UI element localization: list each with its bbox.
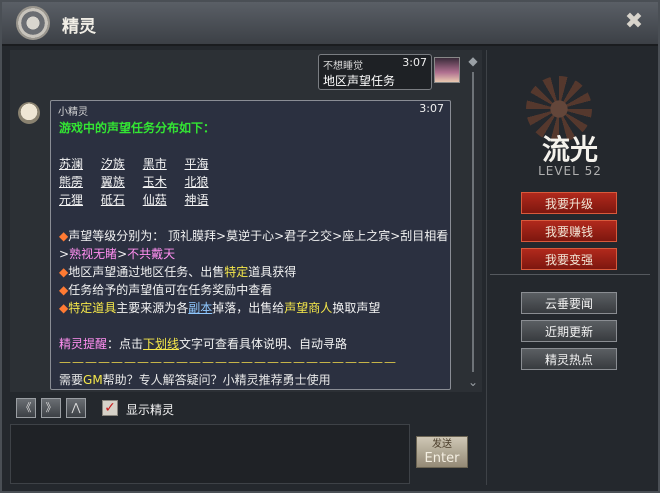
location-link[interactable]: 汐族 [101, 157, 125, 171]
location-row: 熊雳 翼族 玉木 北狼 [59, 173, 449, 191]
panel-separator [490, 274, 650, 275]
message-heading: 游戏中的声望任务分布如下： [59, 121, 216, 135]
sprite-tip-line: 精灵提醒：点击下划线文字可查看具体说明、自动寻路 [59, 337, 348, 351]
user-nick: 不想睡觉 [323, 61, 363, 72]
scroll-top-button[interactable]: ⋀ [66, 398, 86, 418]
user-message: 不想睡觉 3:07 地区声望任务 [318, 54, 432, 90]
diamond-bullet-icon: ◆ [59, 265, 69, 279]
chat-area: 不想睡觉 3:07 地区声望任务 小精灵 3:07 游戏中的声望任务分布如下： … [10, 50, 482, 392]
title-bar: 精灵 ✖ [2, 2, 658, 46]
diamond-bullet-icon: ◆ [59, 229, 69, 243]
send-label: 发送 [432, 439, 452, 450]
location-link[interactable]: 黑市 [143, 157, 167, 171]
window-title: 精灵 [62, 17, 96, 37]
make-money-button[interactable]: 我要赚钱 [521, 220, 617, 242]
user-message-text: 地区声望任务 [323, 74, 396, 88]
show-sprite-checkbox[interactable]: ✓ [102, 400, 118, 416]
location-link[interactable]: 玉木 [143, 175, 167, 189]
diamond-bullet-icon: ◆ [59, 283, 69, 297]
sprite-window: 精灵 ✖ 不想睡觉 3:07 地区声望任务 小精灵 3:07 游戏中的声望任务分… [0, 0, 660, 493]
chat-input[interactable] [10, 424, 410, 484]
get-stronger-button[interactable]: 我要变强 [521, 248, 617, 270]
gm-help-line: 需要GM帮助？专人解答疑问？小精灵推荐勇士使用 [59, 373, 331, 387]
sprite-time: 3:07 [419, 102, 444, 115]
news-button[interactable]: 云垂要闻 [521, 292, 617, 314]
location-link[interactable]: 砥石 [101, 193, 125, 207]
underline-link[interactable]: 下划线 [143, 337, 179, 351]
dungeon-link[interactable]: 副本 [188, 301, 212, 315]
scroll-down-icon[interactable]: ⌄ [466, 375, 480, 389]
location-row: 元狸 砥石 仙菇 神语 [59, 191, 449, 209]
chat-scrollbar[interactable]: ◆ ⌄ [466, 54, 480, 389]
location-link[interactable]: 熊雳 [59, 175, 83, 189]
location-link[interactable]: 苏澜 [59, 157, 83, 171]
show-sprite-label: 显示精灵 [126, 403, 175, 417]
item-source-line: ◆特定道具主要来源为各副本掉落，出售给声望商人换取声望 [59, 301, 381, 315]
send-shortcut-label: Enter [424, 451, 460, 466]
scroll-up-icon[interactable]: ◆ [466, 54, 480, 68]
panel-divider-line [486, 50, 487, 485]
recent-updates-button[interactable]: 近期更新 [521, 320, 617, 342]
location-link[interactable]: 仙菇 [143, 193, 167, 207]
reward-line: ◆任务给予的声望值可在任务奖励中查看 [59, 283, 273, 297]
location-link[interactable]: 平海 [185, 157, 209, 171]
user-avatar [434, 57, 460, 83]
reputation-source-line: ◆地区声望通过地区任务、出售特定道具获得 [59, 265, 297, 279]
hot-topics-button[interactable]: 精灵热点 [521, 348, 617, 370]
location-link[interactable]: 神语 [185, 193, 209, 207]
gear-emblem-icon [16, 6, 50, 40]
scroll-track-line [472, 72, 474, 372]
sprite-nick: 小精灵 [58, 107, 88, 118]
location-link[interactable]: 北狼 [185, 175, 209, 189]
location-row: 苏澜 汐族 黑市 平海 [59, 155, 449, 173]
location-link[interactable]: 元狸 [59, 193, 83, 207]
sprite-avatar [18, 102, 40, 124]
diamond-bullet-icon: ◆ [59, 301, 69, 315]
level-up-button[interactable]: 我要升级 [521, 192, 617, 214]
reputation-levels-line: ◆声望等级分别为： 顶礼膜拜>莫逆于心>君子之交>座上之宾>刮目相看>熟视无睹>… [59, 229, 449, 261]
dashed-divider: —————————————————————————— [59, 355, 397, 369]
prev-page-button[interactable]: 《 [16, 398, 36, 418]
sprite-message-body: 游戏中的声望任务分布如下： 苏澜 汐族 黑市 平海 熊雳 翼族 玉木 北狼 元狸… [59, 119, 449, 389]
sprite-message: 小精灵 3:07 游戏中的声望任务分布如下： 苏澜 汐族 黑市 平海 熊雳 翼族… [50, 100, 451, 390]
profile-name: 流光 [541, 133, 598, 166]
location-link[interactable]: 翼族 [101, 175, 125, 189]
profile-level: LEVEL 52 [538, 164, 602, 178]
user-time: 3:07 [402, 56, 427, 69]
close-button[interactable]: ✖ [622, 10, 646, 34]
send-button[interactable]: 发送 Enter [416, 436, 468, 468]
next-page-button[interactable]: 》 [41, 398, 61, 418]
